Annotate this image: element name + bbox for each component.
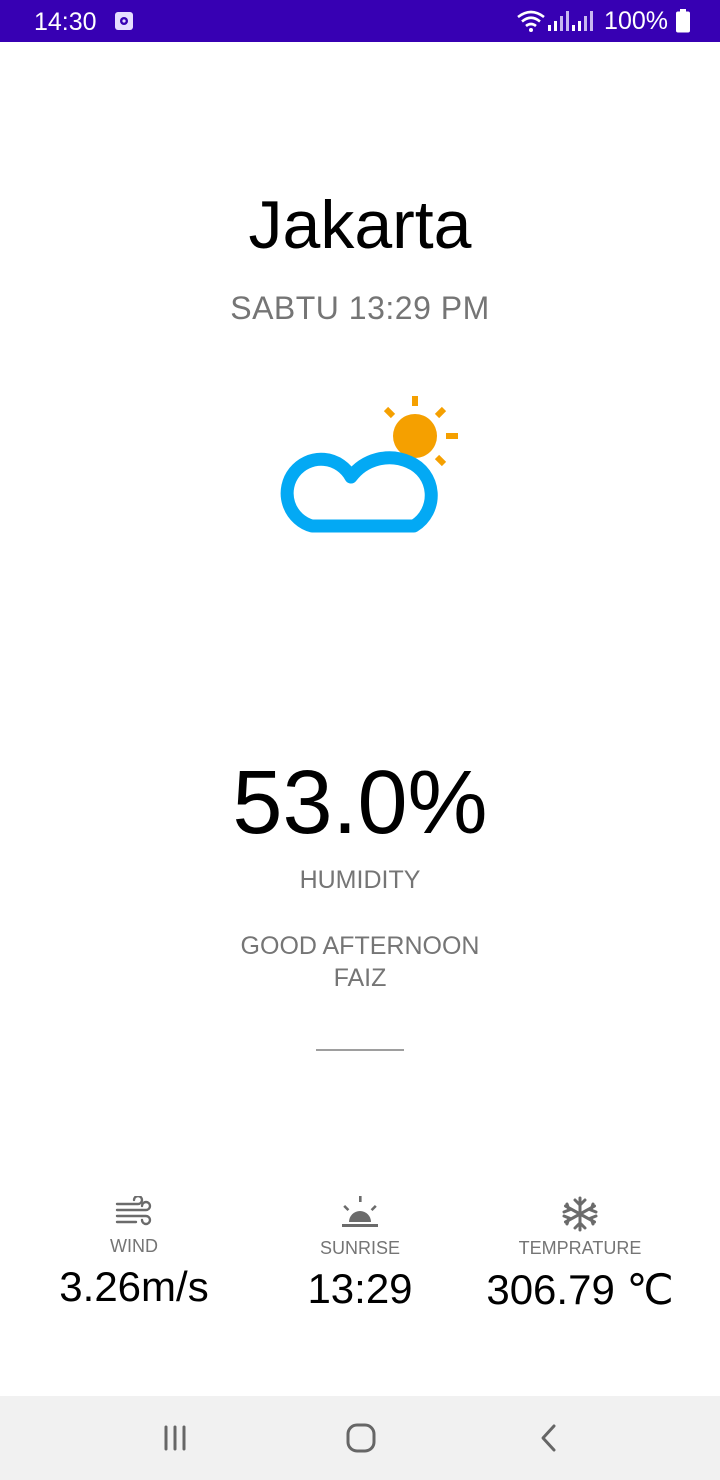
back-button[interactable] bbox=[529, 1418, 569, 1458]
greeting-line-2: FAIZ bbox=[333, 964, 387, 992]
navigation-bar bbox=[0, 1396, 720, 1480]
recent-apps-icon bbox=[164, 1425, 186, 1451]
home-button[interactable] bbox=[341, 1418, 381, 1458]
sunrise-label: SUNRISE bbox=[319, 1238, 400, 1258]
humidity-label: HUMIDITY bbox=[299, 866, 421, 894]
signal-icon bbox=[548, 11, 570, 31]
signal-icon-2 bbox=[572, 11, 594, 31]
temperature-value: 306.79 ℃ bbox=[486, 1266, 674, 1313]
sunrise-icon bbox=[342, 1196, 378, 1227]
wind-label: WIND bbox=[110, 1236, 158, 1256]
snowflake-icon bbox=[562, 1196, 598, 1232]
battery-percentage: 100% bbox=[604, 6, 668, 35]
wind-stat: WIND 3.26m/s bbox=[34, 1196, 234, 1311]
status-bar: 14:30 100% bbox=[0, 0, 720, 42]
wifi-icon bbox=[517, 10, 545, 32]
date-time: SABTU 13:29 PM bbox=[230, 290, 490, 326]
temperature-stat: TEMPRATURE 306.79 ℃ bbox=[470, 1196, 690, 1314]
greeting-line-1: GOOD AFTERNOON bbox=[240, 932, 480, 960]
sunrise-value: 13:29 bbox=[307, 1265, 413, 1312]
greeting: GOOD AFTERNOON FAIZ bbox=[0, 930, 720, 994]
home-icon bbox=[346, 1423, 376, 1453]
back-icon bbox=[541, 1424, 556, 1452]
humidity-value: 53.0% bbox=[232, 753, 488, 853]
battery-icon bbox=[676, 9, 690, 33]
weather-screen: 14:30 100% Jakarta SABTU 13:29 PM 53.0% … bbox=[0, 0, 720, 1480]
city-name: Jakarta bbox=[248, 187, 472, 263]
sunrise-stat: SUNRISE 13:29 bbox=[260, 1196, 460, 1313]
status-indicators: 100% bbox=[516, 6, 690, 36]
wind-value: 3.26m/s bbox=[59, 1263, 209, 1310]
recent-apps-button[interactable] bbox=[155, 1418, 195, 1458]
temperature-label: TEMPRATURE bbox=[518, 1238, 642, 1258]
notification-app-icon bbox=[115, 12, 133, 30]
partly-cloudy-icon bbox=[280, 396, 458, 533]
status-time: 14:30 bbox=[34, 8, 97, 36]
divider bbox=[316, 1049, 404, 1051]
wind-icon bbox=[115, 1196, 152, 1226]
